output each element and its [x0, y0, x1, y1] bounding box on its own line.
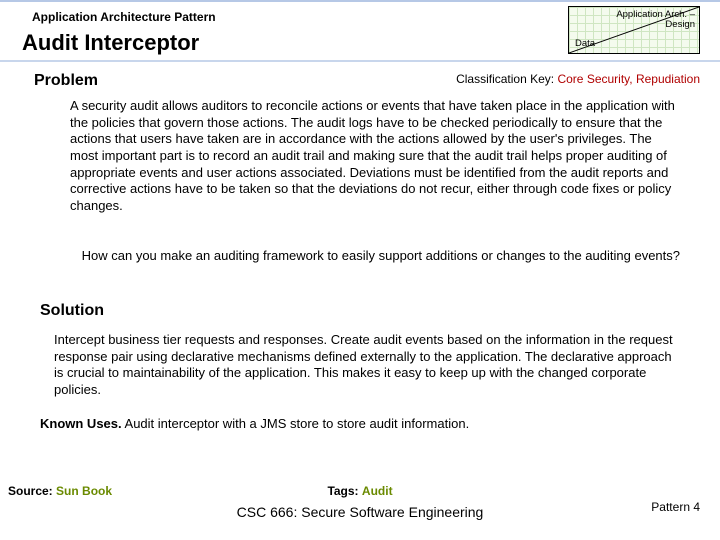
top-rule	[0, 0, 720, 2]
known-uses-text: Audit interceptor with a JMS store to st…	[125, 416, 470, 431]
problem-question: How can you make an auditing framework t…	[54, 248, 680, 265]
badge-bottom-left: Data	[575, 38, 595, 49]
course-footer: CSC 666: Secure Software Engineering	[0, 504, 720, 520]
tags-value: Audit	[362, 484, 393, 498]
section-heading-problem: Problem	[34, 72, 98, 90]
page-title: Audit Interceptor	[22, 30, 199, 56]
badge-tr-line1: Application Arch. –	[616, 9, 695, 20]
tags: Tags: Audit	[0, 484, 720, 498]
classification-value: Core Security, Repudiation	[557, 72, 700, 86]
slide: Application Architecture Pattern Audit I…	[0, 0, 720, 540]
section-heading-solution: Solution	[40, 302, 104, 320]
tags-label: Tags:	[327, 484, 358, 498]
title-rule	[0, 60, 720, 62]
known-uses-label: Known Uses.	[40, 416, 122, 431]
badge-top-right: Application Arch. – Design	[616, 10, 695, 31]
badge-tr-line2: Design	[665, 19, 695, 30]
known-uses: Known Uses. Audit interceptor with a JMS…	[40, 416, 680, 431]
solution-body: Intercept business tier requests and res…	[54, 332, 680, 399]
problem-body: A security audit allows auditors to reco…	[70, 98, 680, 214]
classification-key: Classification Key: Core Security, Repud…	[456, 72, 700, 86]
eyebrow-text: Application Architecture Pattern	[32, 10, 216, 24]
classification-label: Classification Key:	[456, 72, 554, 86]
category-badge: Application Arch. – Design Data	[568, 6, 700, 54]
pattern-number: Pattern 4	[651, 500, 700, 514]
